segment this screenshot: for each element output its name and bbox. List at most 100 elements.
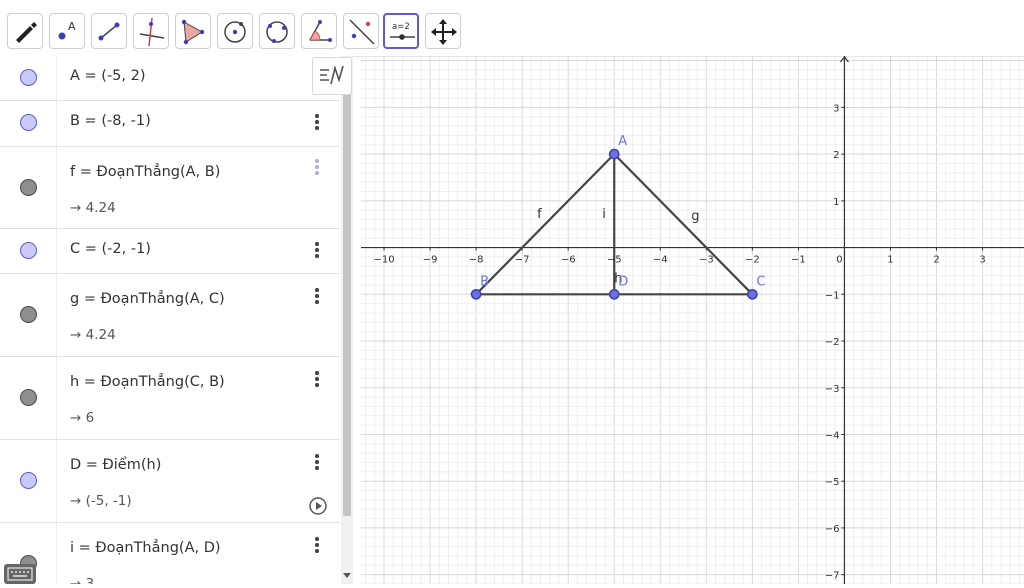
- graphics-view[interactable]: −10−9−8−7−6−5−4−3−2−10123321−1−2−3−4−5−6…: [361, 56, 1024, 584]
- more-menu-icon[interactable]: [312, 537, 322, 557]
- x-tick-label: −3: [699, 255, 714, 266]
- visibility-toggle[interactable]: [20, 242, 37, 259]
- algebra-row-B[interactable]: B = (-8, -1): [0, 101, 340, 147]
- segment-label-i: i: [602, 207, 606, 222]
- segment-g[interactable]: [613, 153, 754, 296]
- algebra-value: → 4.24: [70, 327, 116, 343]
- algebra-row-g[interactable]: g = ĐoạnThẳng(A, C) → 4.24: [0, 274, 340, 357]
- point-C[interactable]: [747, 288, 758, 300]
- move-graphics-tool[interactable]: [425, 13, 461, 49]
- scroll-down-icon[interactable]: [343, 571, 351, 579]
- algebra-view: A = (-5, 2) B = (-8, -1) f = ĐoạnThẳng(A…: [0, 56, 352, 584]
- point-label-D: D: [618, 274, 628, 289]
- more-menu-icon[interactable]: [312, 242, 322, 262]
- algebra-scrollbar[interactable]: [341, 56, 353, 584]
- tick-labels: −10−9−8−7−6−5−4−3−2−10123321−1−2−3−4−5−6…: [373, 103, 985, 581]
- x-tick-label: −6: [561, 255, 576, 266]
- algebra-value: → 4.24: [70, 200, 116, 216]
- x-tick-label: 3: [979, 255, 985, 266]
- x-tick-label: −7: [515, 255, 530, 266]
- visibility-toggle[interactable]: [20, 306, 37, 323]
- point-A[interactable]: [608, 148, 620, 160]
- angle-icon: [309, 20, 332, 42]
- visibility-toggle[interactable]: [20, 69, 37, 86]
- y-tick-label: −7: [825, 571, 840, 582]
- algebra-row-C[interactable]: C = (-2, -1): [0, 229, 340, 274]
- y-tick-label: −6: [825, 524, 840, 535]
- x-tick-label: −4: [653, 255, 668, 266]
- more-menu-icon[interactable]: [312, 114, 322, 134]
- grid: [361, 56, 1024, 584]
- algebra-definition[interactable]: i = ĐoạnThẳng(A, D): [70, 540, 221, 556]
- visibility-toggle[interactable]: [20, 389, 37, 406]
- algebra-definition[interactable]: D = Điểm(h): [70, 457, 161, 473]
- algebra-definition[interactable]: h = ĐoạnThẳng(C, B): [70, 374, 225, 390]
- algebra-definition[interactable]: C = (-2, -1): [70, 241, 151, 257]
- algebra-row-A[interactable]: A = (-5, 2): [0, 56, 340, 101]
- segment-icon: [98, 22, 120, 41]
- visibility-toggle[interactable]: [20, 179, 37, 196]
- algebra-definition[interactable]: B = (-8, -1): [70, 113, 151, 129]
- slider-tool[interactable]: a=2: [383, 13, 419, 49]
- circle-three-points-tool[interactable]: [259, 13, 295, 49]
- keyboard-button[interactable]: [4, 564, 36, 584]
- algebra-definition[interactable]: f = ĐoạnThẳng(A, B): [70, 164, 220, 180]
- pen-icon: [16, 22, 37, 43]
- polygon-tool[interactable]: [175, 13, 211, 49]
- move-arrows-icon: [431, 19, 457, 45]
- y-tick-label: −3: [825, 384, 840, 395]
- y-tick-label: −2: [825, 337, 840, 348]
- circle-three-points-icon: [266, 21, 288, 43]
- toolbar: A a=2: [0, 0, 1024, 57]
- more-menu-icon[interactable]: [312, 371, 322, 391]
- angle-tool[interactable]: [301, 13, 337, 49]
- algebra-row-f[interactable]: f = ĐoạnThẳng(A, B) → 4.24: [0, 147, 340, 229]
- visibility-toggle[interactable]: [20, 114, 37, 131]
- y-tick-label: −1: [825, 290, 840, 301]
- point-tool[interactable]: A: [49, 13, 85, 49]
- sort-button[interactable]: [312, 57, 352, 95]
- algebra-value: → 6: [70, 410, 95, 426]
- more-menu-icon[interactable]: [312, 288, 322, 308]
- segment-label-f: f: [537, 207, 542, 222]
- x-tick-label: 2: [933, 255, 939, 266]
- slider-icon: a=2: [390, 22, 415, 40]
- algebra-row-h[interactable]: h = ĐoạnThẳng(C, B) → 6: [0, 357, 340, 440]
- x-tick-label: 1: [887, 255, 893, 266]
- sort-graph-icon: [320, 65, 344, 85]
- play-animation-icon[interactable]: [308, 496, 328, 516]
- x-tick-label: 0: [836, 255, 842, 266]
- visibility-toggle[interactable]: [20, 472, 37, 489]
- segment-tool[interactable]: [91, 13, 127, 49]
- y-tick-label: 3: [833, 103, 839, 114]
- circle-icon: [224, 21, 246, 43]
- algebra-value: → (-5, -1): [70, 493, 132, 509]
- algebra-row-D[interactable]: D = Điểm(h) → (-5, -1): [0, 440, 340, 523]
- point-label-C: C: [756, 274, 765, 289]
- algebra-definition[interactable]: A = (-5, 2): [70, 68, 146, 84]
- pen-tool[interactable]: [7, 13, 43, 49]
- segment-label-g: g: [691, 209, 699, 224]
- point-D[interactable]: [608, 288, 620, 300]
- segment-f[interactable]: [475, 153, 616, 296]
- algebra-row-i[interactable]: i = ĐoạnThẳng(A, D) → 3: [0, 523, 340, 584]
- y-tick-label: −4: [825, 430, 840, 441]
- y-tick-label: −5: [825, 477, 840, 488]
- circle-tool[interactable]: [217, 13, 253, 49]
- x-tick-label: −8: [469, 255, 484, 266]
- x-tick-label: −9: [423, 255, 438, 266]
- algebra-value: → 3: [70, 576, 95, 584]
- reflect-tool[interactable]: [343, 13, 379, 49]
- svg-text:A: A: [68, 20, 76, 33]
- point-icon: A: [58, 20, 76, 40]
- more-menu-icon[interactable]: [312, 159, 322, 179]
- keyboard-icon: [7, 567, 33, 581]
- perpendicular-tool[interactable]: [133, 13, 169, 49]
- reflect-icon: [349, 19, 375, 45]
- segments: f ghi: [475, 153, 754, 296]
- scrollbar-thumb[interactable]: [343, 66, 351, 516]
- algebra-definition[interactable]: g = ĐoạnThẳng(A, C): [70, 291, 225, 307]
- more-menu-icon[interactable]: [312, 454, 322, 474]
- point-B[interactable]: [470, 288, 482, 300]
- y-tick-label: 2: [833, 150, 839, 161]
